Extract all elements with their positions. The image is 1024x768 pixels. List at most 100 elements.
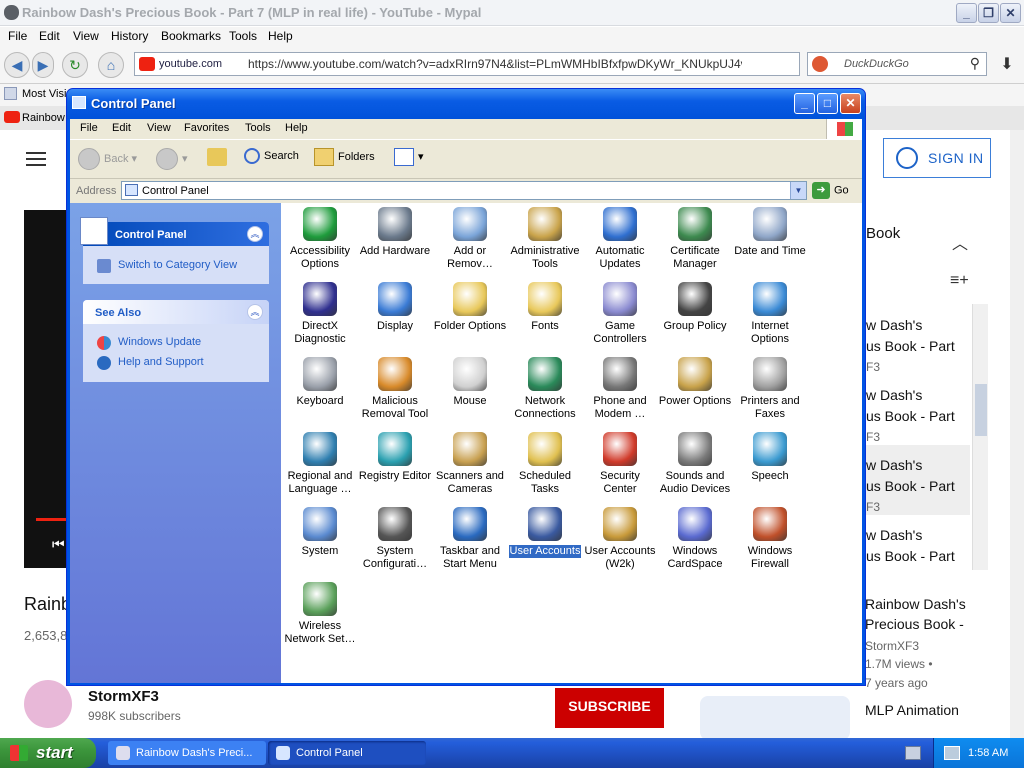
maximize-button[interactable]: □: [817, 93, 838, 114]
add-to-queue-icon[interactable]: ≡+: [950, 272, 969, 290]
cp-item[interactable]: User Accounts (W2k): [581, 507, 659, 571]
cp-item[interactable]: Keyboard: [281, 357, 359, 408]
cp-item[interactable]: System Configurati…: [356, 507, 434, 571]
sign-in-button[interactable]: SIGN IN: [883, 138, 991, 178]
browser-menu-help[interactable]: Help: [268, 29, 293, 43]
channel-avatar[interactable]: [24, 680, 72, 728]
url-text[interactable]: https://www.youtube.com/watch?v=adxRIrn9…: [248, 57, 742, 71]
cp-item[interactable]: Security Center: [581, 432, 659, 496]
tab-youtube[interactable]: Rainbow: [22, 112, 65, 124]
related2-thumbnail[interactable]: [700, 696, 850, 740]
network-icon[interactable]: [944, 746, 960, 760]
video-progress-bar[interactable]: [36, 518, 68, 521]
skip-previous-icon[interactable]: ⏮: [52, 536, 65, 553]
close-button[interactable]: ✕: [840, 93, 861, 114]
windows-update-link[interactable]: Windows Update: [118, 336, 201, 348]
cp-item[interactable]: Internet Options: [731, 282, 809, 346]
cp-item[interactable]: Malicious Removal Tool: [356, 357, 434, 421]
cp-item[interactable]: User Accounts: [506, 507, 584, 558]
taskbar-item-control-panel[interactable]: Control Panel: [268, 741, 426, 765]
cp-item[interactable]: Speech: [731, 432, 809, 483]
reload-icon[interactable]: ↻: [62, 52, 88, 78]
collapse-chevron-icon[interactable]: ︽: [247, 226, 263, 242]
cp-item[interactable]: Automatic Updates: [581, 207, 659, 271]
cp-item[interactable]: Printers and Faxes: [731, 357, 809, 421]
cp-item[interactable]: Accessibility Options: [281, 207, 359, 271]
menu-edit[interactable]: Edit: [112, 122, 131, 134]
playlist-scrollbar[interactable]: [972, 304, 988, 570]
menu-view[interactable]: View: [147, 122, 171, 134]
download-icon[interactable]: ⬇: [995, 54, 1019, 76]
browser-menu-tools[interactable]: Tools: [229, 29, 257, 43]
home-icon[interactable]: ⌂: [98, 52, 124, 78]
sidebar-entry-4[interactable]: w Dash's us Book - Part: [866, 515, 970, 569]
cp-item[interactable]: Phone and Modem …: [581, 357, 659, 421]
address-field[interactable]: Control Panel ▼: [121, 181, 807, 200]
cp-item[interactable]: Folder Options: [431, 282, 509, 333]
cp-item[interactable]: Scheduled Tasks: [506, 432, 584, 496]
cp-item[interactable]: Registry Editor: [356, 432, 434, 483]
browser-menu-edit[interactable]: Edit: [39, 29, 60, 43]
search-bar[interactable]: DuckDuckGo ⚲: [807, 52, 987, 76]
menu-help[interactable]: Help: [285, 122, 308, 134]
cp-item[interactable]: Windows Firewall: [731, 507, 809, 571]
browser-menu-bookmarks[interactable]: Bookmarks: [161, 29, 221, 43]
menu-favorites[interactable]: Favorites: [184, 122, 229, 134]
minimize-button[interactable]: _: [794, 93, 815, 114]
switch-category-view-link[interactable]: Switch to Category View: [118, 259, 237, 271]
taskbar-item-browser[interactable]: Rainbow Dash's Preci...: [108, 741, 266, 765]
address-dropdown-icon[interactable]: ▼: [790, 182, 806, 199]
sidebar-entry-1[interactable]: w Dash's us Book - Part F3: [866, 305, 970, 375]
search-button[interactable]: Search: [244, 148, 299, 164]
cp-item[interactable]: Game Controllers: [581, 282, 659, 346]
clock[interactable]: 1:58 AM: [968, 747, 1008, 759]
channel-name[interactable]: StormXF3: [88, 688, 159, 705]
bookmark-most-visited[interactable]: Most Visi: [22, 88, 66, 100]
keyboard-icon[interactable]: [905, 746, 921, 760]
cp-item[interactable]: Scanners and Cameras: [431, 432, 509, 496]
cp-item[interactable]: Fonts: [506, 282, 584, 333]
cp-item[interactable]: Power Options: [656, 357, 734, 408]
folders-button[interactable]: Folders: [314, 148, 375, 166]
up-folder-button[interactable]: [207, 148, 231, 166]
control-panel-titlebar[interactable]: Control Panel _ □ ✕: [67, 89, 865, 119]
browser-menu-history[interactable]: History: [111, 29, 148, 43]
menu-tools[interactable]: Tools: [245, 122, 271, 134]
cp-item[interactable]: Wireless Network Set…: [281, 582, 359, 646]
related-title-line1[interactable]: Rainbow Dash's: [865, 596, 966, 612]
page-scrollbar[interactable]: [1010, 130, 1024, 738]
cp-item[interactable]: Display: [356, 282, 434, 333]
forward-button[interactable]: ▾: [156, 148, 188, 170]
cp-item[interactable]: Add Hardware: [356, 207, 434, 258]
cp-item[interactable]: Regional and Language …: [281, 432, 359, 496]
video-player[interactable]: ⏮: [24, 210, 68, 568]
hamburger-menu-icon[interactable]: [26, 152, 46, 166]
cp-item[interactable]: Administrative Tools: [506, 207, 584, 271]
cp-item[interactable]: Date and Time: [731, 207, 809, 258]
scrollbar-thumb[interactable]: [975, 384, 987, 436]
cp-item[interactable]: Windows CardSpace: [656, 507, 734, 571]
menu-file[interactable]: File: [80, 122, 98, 134]
cp-item[interactable]: DirectX Diagnostic: [281, 282, 359, 346]
url-bar[interactable]: youtube.com https://www.youtube.com/watc…: [134, 52, 800, 76]
sidebar-entry-2[interactable]: w Dash's us Book - Part F3: [866, 375, 970, 445]
back-arrow-icon[interactable]: ◀: [4, 52, 30, 78]
cp-item[interactable]: System: [281, 507, 359, 558]
related-title-line2[interactable]: Precious Book -: [865, 616, 964, 632]
cp-item[interactable]: Sounds and Audio Devices: [656, 432, 734, 496]
cp-item[interactable]: Add or Remov…: [431, 207, 509, 271]
forward-arrow-icon[interactable]: ▶: [32, 52, 54, 78]
cp-item[interactable]: Mouse: [431, 357, 509, 408]
help-and-support-link[interactable]: Help and Support: [118, 356, 204, 368]
cp-item[interactable]: Network Connections: [506, 357, 584, 421]
chevron-up-icon[interactable]: ︿: [952, 230, 968, 254]
browser-menu-view[interactable]: View: [73, 29, 99, 43]
collapse-chevron-icon[interactable]: ︽: [247, 304, 263, 320]
start-button[interactable]: start: [0, 738, 96, 768]
browser-restore-button[interactable]: ❐: [978, 3, 999, 23]
back-button[interactable]: Back ▾: [78, 148, 137, 170]
cp-item[interactable]: Group Policy: [656, 282, 734, 333]
related2-title[interactable]: MLP Animation: [865, 702, 959, 718]
cp-item[interactable]: Certificate Manager: [656, 207, 734, 271]
browser-close-button[interactable]: ✕: [1000, 3, 1021, 23]
